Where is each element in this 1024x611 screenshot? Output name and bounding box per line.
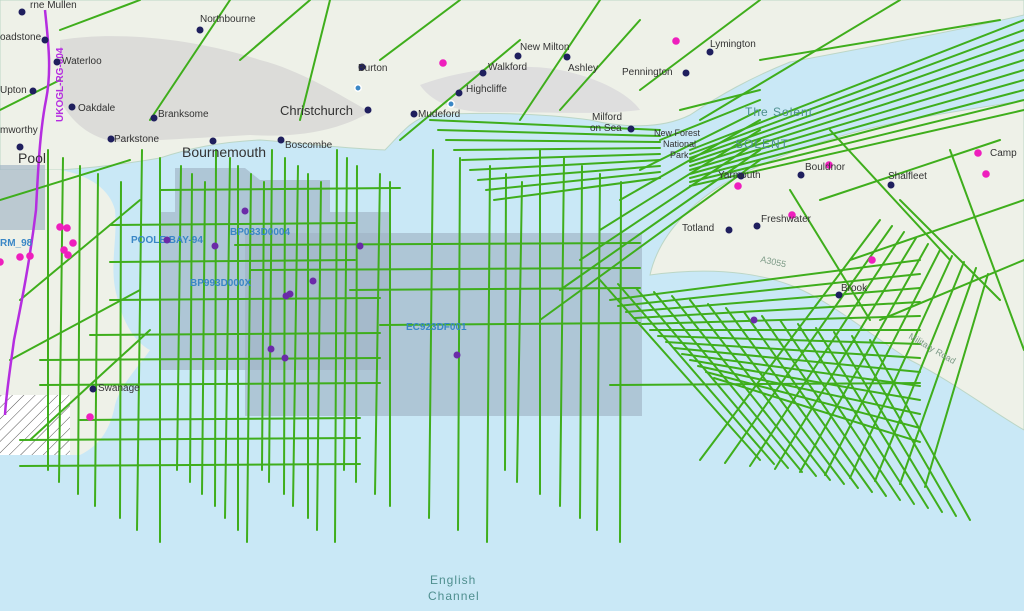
place-label-bouldnor: Bouldnor (805, 162, 846, 173)
point-marker[interactable] (356, 242, 364, 250)
town-dot[interactable] (364, 106, 372, 114)
place-label-walkford: Walkford (488, 62, 527, 73)
town-dot[interactable] (514, 52, 522, 60)
town-dot[interactable] (277, 136, 285, 144)
block-label-bp033d0004: BP033D0004 (230, 227, 290, 238)
town-dot[interactable] (725, 226, 733, 234)
place-label-camp: Camp (990, 148, 1017, 159)
town-dot[interactable] (53, 58, 61, 66)
place-label-upton: Upton (0, 85, 27, 96)
point-marker-highlight[interactable] (64, 251, 72, 259)
place-label-pennington: Pennington (622, 67, 673, 78)
place-label-waterloo: Waterloo (62, 56, 102, 67)
point-marker-highlight[interactable] (63, 224, 71, 232)
point-marker-highlight[interactable] (86, 413, 94, 421)
place-label-national: National (663, 139, 696, 149)
town-dot[interactable] (627, 125, 635, 133)
point-marker[interactable] (211, 242, 219, 250)
place-label-branksome: Branksome (158, 109, 209, 120)
survey-map[interactable]: UKOGL-RG-004 A3055 Military Road The Sol… (0, 0, 1024, 611)
town-dot[interactable] (196, 26, 204, 34)
town-dot[interactable] (89, 385, 97, 393)
place-label-swanage: Swanage (98, 383, 140, 394)
water-label-solent-a: The Solent (745, 105, 813, 119)
place-label-park: Park (670, 150, 689, 160)
water-label-solent-b: SOLENT (735, 137, 789, 151)
block-label-ec923df001: EC923DF001 (406, 322, 467, 333)
place-label-parkstone: Parkstone (114, 134, 159, 145)
point-marker[interactable] (453, 351, 461, 359)
place-label-christchurch: Christchurch (280, 103, 353, 118)
point-marker[interactable] (267, 345, 275, 353)
place-label-broadstone: oadstone (0, 32, 42, 43)
town-dot[interactable] (68, 103, 76, 111)
town-dot[interactable] (29, 87, 37, 95)
survey-line[interactable] (355, 165, 358, 483)
place-label-hamworthy: mworthy (0, 125, 38, 136)
point-marker-highlight[interactable] (974, 149, 982, 157)
survey-line[interactable] (283, 157, 286, 495)
block-label-rm: RM_98 (0, 238, 33, 249)
place-label-bournemouth: Bournemouth (182, 144, 266, 160)
survey-line[interactable] (504, 173, 507, 471)
town-dot[interactable] (563, 53, 571, 61)
place-label-on-sea: on Sea (590, 123, 622, 134)
place-label-oakdale: Oakdale (78, 103, 116, 114)
place-label-rne-mullen: rne Mullen (30, 0, 77, 11)
town-dot[interactable] (887, 181, 895, 189)
point-marker-highlight[interactable] (56, 223, 64, 231)
point-marker-highlight[interactable] (672, 37, 680, 45)
point-marker[interactable] (309, 277, 317, 285)
town-dot[interactable] (682, 69, 690, 77)
point-marker-highlight[interactable] (439, 59, 447, 67)
place-label-highcliffe: Highcliffe (466, 84, 507, 95)
town-dot[interactable] (479, 69, 487, 77)
place-label-new-forest: New Forest (654, 128, 701, 138)
place-label-milford: Milford (592, 112, 622, 123)
point-marker-highlight[interactable] (982, 170, 990, 178)
point-marker[interactable] (750, 316, 758, 324)
place-label-yarmouth: Yarmouth (718, 170, 761, 181)
place-label-totland: Totland (682, 223, 714, 234)
town-dot[interactable] (797, 171, 805, 179)
block-label-bp993d000x: BP993D000X (190, 278, 251, 289)
point-marker-highlight[interactable] (16, 253, 24, 261)
town-dot[interactable] (455, 89, 463, 97)
place-label-burton: Burton (358, 63, 387, 74)
place-label-ashley: Ashley (568, 63, 598, 74)
point-marker-highlight[interactable] (26, 252, 34, 260)
water-label-channel: Channel (428, 589, 480, 603)
point-marker[interactable] (281, 354, 289, 362)
town-dot[interactable] (753, 222, 761, 230)
station-marker[interactable] (447, 100, 455, 108)
town-dot[interactable] (410, 110, 418, 118)
point-marker[interactable] (163, 236, 171, 244)
place-label-freshwater: Freshwater (761, 214, 812, 225)
place-label-brook: Brook (841, 283, 868, 294)
point-marker[interactable] (241, 207, 249, 215)
place-label-poole: Pool (18, 150, 46, 166)
place-label-boscombe: Boscombe (285, 140, 333, 151)
town-dot[interactable] (150, 114, 158, 122)
survey-line[interactable] (619, 181, 622, 543)
place-label-lymington: Lymington (710, 39, 756, 50)
place-label-mudeford: Mudeford (418, 109, 460, 120)
place-label-new-milton: New Milton (520, 42, 569, 53)
water-label-english: English (430, 573, 476, 587)
place-label-northbourne: Northbourne (200, 14, 256, 25)
station-marker[interactable] (354, 84, 362, 92)
town-dot[interactable] (18, 8, 26, 16)
point-marker-highlight[interactable] (734, 182, 742, 190)
place-label-shalfleet: Shalfleet (888, 171, 927, 182)
survey-line[interactable] (214, 149, 217, 507)
point-marker-highlight[interactable] (868, 256, 876, 264)
point-marker[interactable] (286, 290, 294, 298)
point-marker-highlight[interactable] (69, 239, 77, 247)
survey-line[interactable] (119, 181, 122, 519)
town-dot[interactable] (41, 36, 49, 44)
